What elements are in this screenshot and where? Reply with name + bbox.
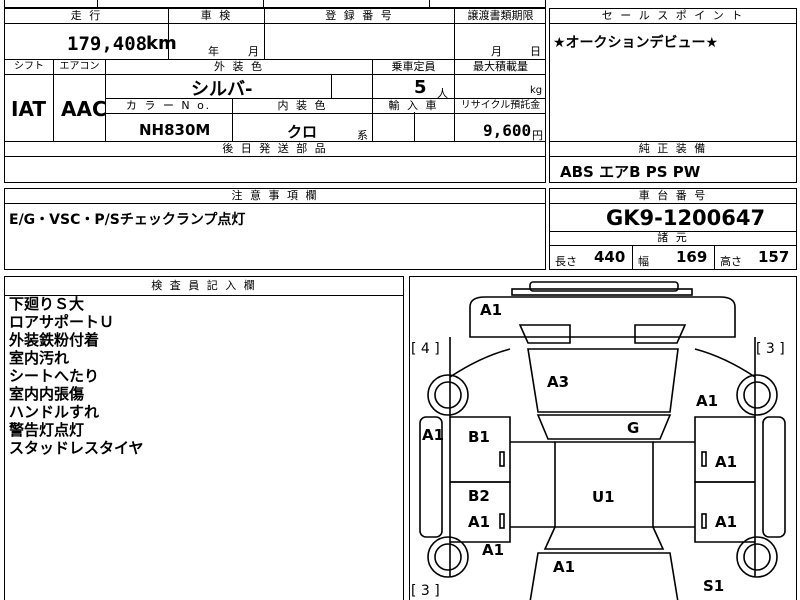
width-value: 169 <box>676 248 708 266</box>
deadline-day: 日 <box>530 45 541 58</box>
tire-rear-left: [ 3 ] <box>411 583 440 599</box>
chassis-box: 車 台 番 号 GK9-1200647 諸 元 長さ 440 幅 169 高さ … <box>549 188 797 270</box>
mark-left-rear-door-b: B2 <box>468 487 490 505</box>
inspector-remarks-box: 検 査 員 記 入 欄 下廻りＳ大 ロアサポートＵ 外装鉄粉付着 室内汚れ シー… <box>4 276 404 600</box>
color-no-label: カ ラ ー N o. <box>105 99 232 114</box>
remark-item: 外装鉄粉付着 <box>9 331 100 349</box>
mark-left-fender: A1 <box>422 426 445 444</box>
recycle-label: リサイクル預託金 <box>454 99 546 114</box>
transfer-deadline-label: 譲渡書類期限 <box>454 9 546 24</box>
mark-roof: U1 <box>592 488 615 506</box>
vehicle-info-table: 走 行 車 検 登 録 番 号 譲渡書類期限 179,408 km 年 月 月 … <box>4 8 546 143</box>
inspection-label: 車 検 <box>168 9 264 24</box>
deadline-month: 月 <box>491 45 502 58</box>
remark-item: ハンドルすれ <box>9 403 100 421</box>
remark-item: 室内内張傷 <box>9 385 85 403</box>
mark-right-quarter: S1 <box>703 577 725 595</box>
mileage-unit: km <box>146 33 177 54</box>
genuine-equipment-box: 純 正 装 備 ABS エアB PS PW <box>549 141 797 183</box>
top-stub <box>4 0 546 8</box>
length-value: 440 <box>594 248 626 266</box>
remark-item: スタッドレスタイヤ <box>9 439 144 457</box>
genuine-equipment-value: ABS エアB PS PW <box>560 163 701 181</box>
mark-right-front-door: A1 <box>715 453 738 471</box>
remarks-list: 下廻りＳ大 ロアサポートＵ 外装鉄粉付着 室内汚れ シートへたり 室内内張傷 ハ… <box>9 295 144 457</box>
import-label: 輸 入 車 <box>372 99 454 114</box>
mark-rear: A1 <box>553 558 576 576</box>
recycle-value: 9,600 <box>483 121 532 140</box>
mark-right-fender: A1 <box>696 392 719 410</box>
height-value: 157 <box>758 248 790 266</box>
max-load-label: 最大積載量 <box>454 60 546 75</box>
interior-color-label: 内 装 色 <box>232 99 372 114</box>
mark-left-quarter: A1 <box>482 541 505 559</box>
damage-diagram-box: [ 4 ] [ 3 ] [ 3 ] A1 A3 A1 G A1 B1 A1 U1… <box>409 276 797 600</box>
shift-label: シフト <box>5 60 53 75</box>
capacity-label: 乗車定員 <box>372 60 454 75</box>
length-label: 長さ <box>555 255 577 268</box>
remark-item: シートへたり <box>9 367 100 385</box>
mark-hood: A3 <box>547 373 570 391</box>
notes-label: 注 意 事 項 欄 <box>5 189 545 204</box>
aircon-label: エアコン <box>53 60 105 75</box>
remark-item: ロアサポートＵ <box>9 313 115 331</box>
inspection-month: 月 <box>248 45 259 58</box>
registration-label: 登 録 番 号 <box>264 9 454 24</box>
later-parts-label: 後 日 発 送 部 品 <box>5 142 545 157</box>
mileage-value: 179,408 <box>67 33 148 55</box>
mileage-label: 走 行 <box>5 9 168 24</box>
mark-front-bumper: A1 <box>480 301 503 319</box>
later-parts-box: 後 日 発 送 部 品 <box>4 141 546 183</box>
mark-right-rear-door: A1 <box>715 513 738 531</box>
genuine-equipment-label: 純 正 装 備 <box>550 142 796 157</box>
remark-item: 室内汚れ <box>9 349 70 367</box>
inspector-label: 検 査 員 記 入 欄 <box>5 277 403 296</box>
chassis-label: 車 台 番 号 <box>550 189 796 204</box>
remark-item: 下廻りＳ大 <box>9 295 85 313</box>
max-load-unit: kg <box>530 85 543 96</box>
exterior-color-label: 外 装 色 <box>105 60 372 75</box>
color-no-value: NH830M <box>139 121 211 139</box>
remark-item: 警告灯点灯 <box>9 421 85 439</box>
width-label: 幅 <box>638 255 649 268</box>
shift-value: IAT <box>11 97 47 121</box>
notes-box: 注 意 事 項 欄 E/G・VSC・P/Sチェックランプ点灯 <box>4 188 546 270</box>
mark-windshield: G <box>627 419 640 437</box>
sales-point-text: ★オークションデビュー★ <box>553 35 719 51</box>
aircon-value: AAC <box>61 97 107 121</box>
mark-left-front-door: B1 <box>468 428 490 446</box>
inspection-year: 年 <box>208 45 219 58</box>
specs-label: 諸 元 <box>550 231 796 246</box>
interior-color-value: クロ <box>287 123 318 141</box>
notes-text: E/G・VSC・P/Sチェックランプ点灯 <box>9 212 246 228</box>
chassis-value: GK9-1200647 <box>606 206 766 230</box>
mark-left-rear-door-a: A1 <box>468 513 491 531</box>
tire-front-left: [ 4 ] <box>411 341 440 357</box>
sales-point-box: セ ー ル ス ポ イ ン ト ★オークションデビュー★ <box>549 8 797 142</box>
tire-front-right: [ 3 ] <box>756 341 785 357</box>
height-label: 高さ <box>720 255 742 268</box>
sales-point-label: セ ー ル ス ポ イ ン ト <box>550 9 796 24</box>
capacity-value: 5 <box>414 77 427 98</box>
